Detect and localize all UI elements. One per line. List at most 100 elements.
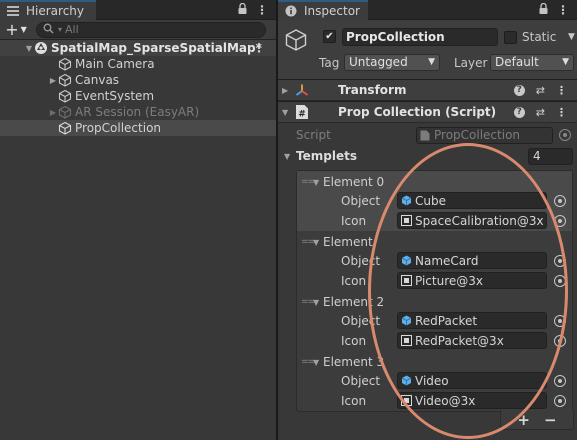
info-icon [284,5,298,17]
sprite-icon [401,275,412,286]
icon-field[interactable]: Video@3x [397,392,547,409]
scene-row[interactable]: ▼ SpatialMap_SparseSpatialMap* ⋮ [0,40,276,56]
script-reference-value: PropCollection [434,128,521,142]
lock-icon[interactable] [238,2,247,17]
transform-component-header[interactable]: ▶ Transform ? ⇄ ⋮ [278,79,577,101]
fold-closed-icon[interactable]: ▶ [48,108,58,117]
chevron-down-icon: ▼ [428,57,435,67]
fold-open-icon[interactable]: ▼ [313,178,323,187]
sprite-icon [401,335,412,346]
lock-icon[interactable] [539,2,548,17]
static-label: Static [522,30,557,44]
kebab-menu-icon[interactable]: ⋮ [557,3,569,17]
element-header[interactable]: == ▼ Element 0 [297,173,384,191]
object-value: NameCard [415,253,479,268]
fold-open-icon[interactable]: ▼ [24,44,34,53]
icon-row: Icon RedPacket@3x [297,331,572,351]
element-header[interactable]: == ▼ Element 3 [297,353,384,371]
icon-field[interactable]: SpaceCalibration@3x [397,212,547,229]
fold-open-icon[interactable]: ▼ [313,298,323,307]
help-icon[interactable]: ? [513,84,525,96]
drag-handle-icon[interactable]: == [301,177,315,187]
object-row: Object Cube [297,191,572,211]
icon-field[interactable]: Picture@3x [397,272,547,289]
check-icon: ✔ [325,31,334,42]
object-field[interactable]: Cube [397,192,547,209]
active-checkbox[interactable]: ✔ [323,30,336,43]
kebab-menu-icon[interactable]: ⋮ [556,106,567,119]
hierarchy-search-input[interactable]: ▾ All [36,21,266,38]
item-label: Main Camera [75,57,155,71]
object-picker-icon[interactable] [554,395,566,407]
object-picker-icon[interactable] [554,335,566,347]
chevron-down-icon: ▼ [20,25,27,34]
static-toggle[interactable]: Static [504,30,556,44]
fold-open-icon[interactable]: ▼ [284,152,290,161]
scene-menu-icon[interactable]: ⋮ [253,41,265,55]
list-item: == ▼ Element 3 Object Video Icon Video@3… [297,351,572,411]
gameobject-cube-icon [58,57,72,71]
fold-open-icon[interactable]: ▼ [313,238,323,247]
tag-dropdown[interactable]: Untagged ▼ [344,54,440,71]
hierarchy-item-propcollection[interactable]: PropCollection [0,120,276,136]
templets-label: Templets [296,149,357,163]
hierarchy-item-canvas[interactable]: ▶ Canvas [0,72,276,88]
static-checkbox[interactable] [504,30,517,44]
list-icon [6,5,20,17]
object-picker-icon[interactable] [554,315,566,327]
help-icon[interactable]: ? [513,106,525,118]
remove-element-button[interactable]: − [544,411,557,429]
gameobject-cube-icon [58,121,72,135]
fold-closed-icon[interactable]: ▶ [48,76,58,85]
object-picker-icon[interactable] [554,255,566,267]
object-field[interactable]: Video [397,372,547,389]
icon-label: Icon [341,394,367,408]
icon-field[interactable]: RedPacket@3x [397,332,547,349]
static-dropdown-icon[interactable]: ▼ [568,32,575,42]
object-picker-icon[interactable] [554,375,566,387]
object-field[interactable]: NameCard [397,252,547,269]
hierarchy-item-eventsystem[interactable]: EventSystem [0,88,276,104]
tab-hierarchy[interactable]: Hierarchy [0,0,96,20]
prefab-cube-icon [401,195,412,206]
drag-handle-icon[interactable]: == [301,357,315,367]
fold-open-icon[interactable]: ▼ [282,108,294,117]
presets-icon[interactable]: ⇄ [536,106,545,119]
drag-handle-icon[interactable]: == [301,237,315,247]
hierarchy-item-main-camera[interactable]: Main Camera [0,56,276,72]
icon-value: SpaceCalibration@3x [415,213,544,228]
add-element-button[interactable]: + [517,411,530,429]
object-value: Cube [415,193,446,208]
fold-open-icon[interactable]: ▼ [313,358,323,367]
object-picker-icon[interactable] [554,215,566,227]
gameobject-cube-icon [58,105,72,119]
object-label: Object [341,374,381,388]
layer-dropdown[interactable]: Default ▼ [490,54,574,71]
element-header[interactable]: == ▼ Element [297,233,373,251]
object-picker-icon[interactable] [554,195,566,207]
object-field[interactable]: RedPacket [397,312,547,329]
kebab-menu-icon[interactable]: ⋮ [256,3,268,17]
search-icon [43,23,54,37]
object-value: RedPacket [415,313,478,328]
object-name-field[interactable]: PropCollection [342,28,498,46]
tab-inspector[interactable]: Inspector [278,0,368,20]
fold-closed-icon[interactable]: ▶ [282,86,294,95]
object-row: Object Video [297,371,572,391]
create-button[interactable]: + ▼ [2,20,30,39]
object-picker-icon[interactable] [554,275,566,287]
kebab-menu-icon[interactable]: ⋮ [556,84,567,97]
templets-size-field[interactable]: 4 [528,147,573,165]
hierarchy-tabbar: Hierarchy ⋮ [0,0,276,20]
list-footer: + − [500,410,574,430]
element-header[interactable]: == ▼ Element 2 [297,293,384,311]
presets-icon[interactable]: ⇄ [536,84,545,97]
drag-handle-icon[interactable]: == [301,297,315,307]
element-label: Element 3 [323,355,385,369]
object-picker-icon [559,129,571,141]
csharp-script-icon: # [294,104,310,120]
templets-header-row[interactable]: ▼ Templets 4 [278,146,577,166]
gameobject-cube-icon [284,28,308,52]
hierarchy-item-ar-session[interactable]: ▶ AR Session (EasyAR) [0,104,276,120]
script-component-header[interactable]: ▼ # Prop Collection (Script) ? ⇄ ⋮ [278,101,577,123]
